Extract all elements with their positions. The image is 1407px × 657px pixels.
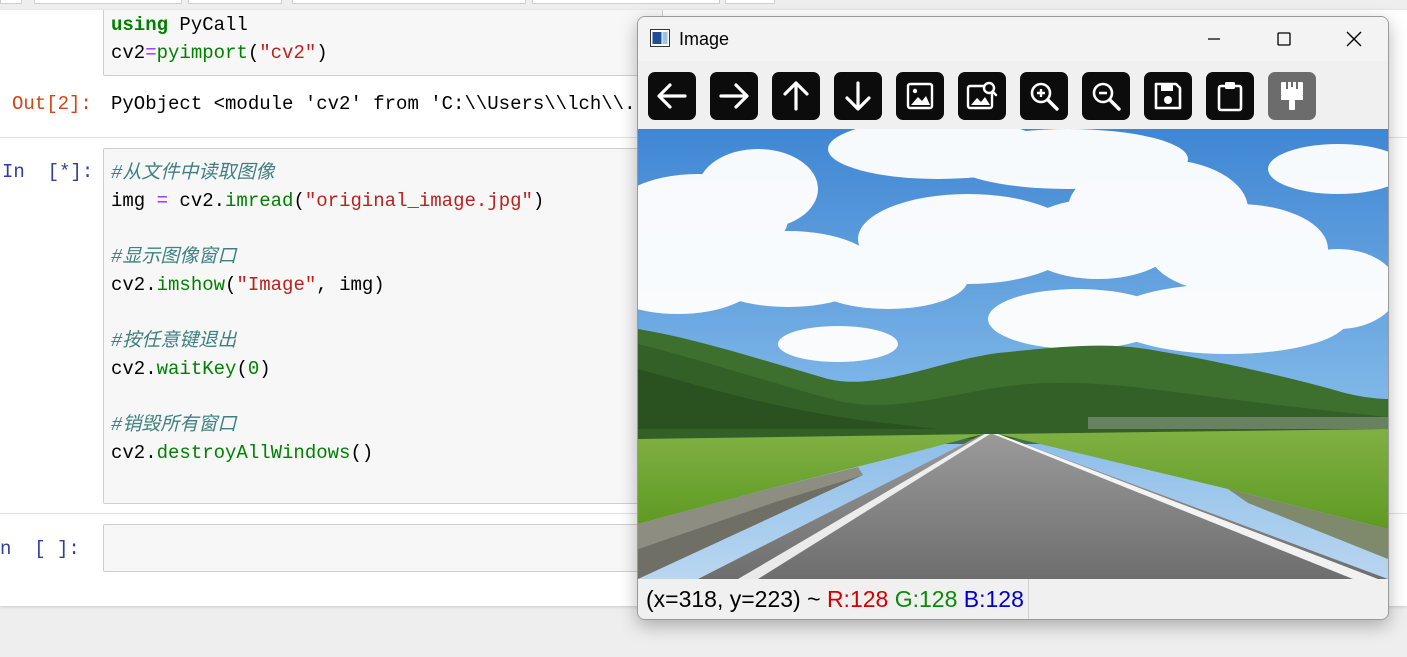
pan-up-button[interactable]	[772, 72, 820, 120]
code-token: (	[236, 358, 248, 380]
save-icon	[1154, 82, 1182, 110]
code-token: (	[247, 42, 260, 64]
zoom-out-button[interactable]	[1082, 72, 1130, 120]
toolbar-stub	[725, 0, 775, 4]
function-token: pyimport	[156, 42, 248, 64]
arrow-down-icon	[845, 81, 871, 111]
red-value: R:128	[826, 586, 889, 612]
window-titlebar[interactable]: Image	[638, 17, 1388, 61]
string-token: "cv2"	[259, 42, 317, 64]
blue-value: B:128	[963, 586, 1024, 612]
function-token: waitKey	[156, 358, 237, 380]
input-prompt: In [*]:	[2, 161, 94, 183]
save-image-button[interactable]	[1144, 72, 1192, 120]
toolbar-stub	[532, 0, 720, 4]
properties-button[interactable]	[1268, 72, 1316, 120]
code-token: )	[316, 42, 328, 64]
function-token: imshow	[156, 274, 226, 296]
code-comment: #按任意键退出	[111, 330, 237, 352]
output-prompt: Out[2]:	[12, 93, 92, 115]
string-token: "original_image.jpg"	[304, 190, 533, 212]
toolbar-stub	[34, 0, 182, 4]
code-token: (	[293, 190, 305, 212]
code-token: img	[111, 190, 157, 212]
opencv-image-window[interactable]: Image (x=318, y=223) ~ R:128 G:128 B:128	[637, 16, 1389, 620]
code-token: ()	[350, 442, 374, 464]
zoom-out-icon	[1092, 82, 1121, 111]
code-token: cv2	[111, 42, 146, 64]
window-app-icon	[650, 29, 670, 47]
image-icon	[906, 82, 934, 110]
string-token: "Image"	[236, 274, 317, 296]
code-token: , img)	[316, 274, 385, 296]
cursor-coordinates: (x=318, y=223) ~	[646, 586, 827, 612]
maximize-icon	[1277, 32, 1291, 46]
zoom-in-icon	[1030, 82, 1059, 111]
code-line: using PyCall	[111, 11, 248, 39]
minimize-button[interactable]	[1179, 17, 1249, 61]
toolbar-stub	[292, 0, 526, 4]
code-token: cv2.	[168, 190, 226, 212]
code-token: PyCall	[168, 14, 248, 36]
pan-right-button[interactable]	[710, 72, 758, 120]
code-cell-main[interactable]: #从文件中读取图像 img = cv2.imread("original_ima…	[103, 148, 663, 504]
pan-left-button[interactable]	[648, 72, 696, 120]
code-token: )	[532, 190, 545, 212]
keyword-token: using	[111, 14, 169, 36]
arrow-left-icon	[657, 83, 687, 109]
clipboard-icon	[1217, 82, 1243, 112]
pan-down-button[interactable]	[834, 72, 882, 120]
code-cell-pycall[interactable]: using PyCall cv2=pyimport("cv2")	[103, 10, 663, 76]
operator-token: =	[145, 42, 157, 64]
code-token: cv2.	[111, 358, 157, 380]
image-search-icon	[966, 81, 998, 110]
code-line: cv2.imshow("Image", img)	[111, 271, 385, 299]
code-token: )	[259, 358, 271, 380]
pixel-info: (x=318, y=223) ~ R:128 G:128 B:128	[646, 579, 1029, 619]
zoom-in-button[interactable]	[1020, 72, 1068, 120]
close-icon	[1346, 31, 1362, 47]
function-token: imread	[225, 190, 294, 212]
zoom-fit-button[interactable]	[958, 72, 1006, 120]
copy-to-clipboard-button[interactable]	[1206, 72, 1254, 120]
code-token: cv2.	[111, 274, 157, 296]
properties-brush-icon	[1281, 82, 1303, 110]
toolbar-stub	[0, 0, 22, 4]
notebook-toolbar-remnant	[0, 0, 1407, 10]
code-line: cv2=pyimport("cv2")	[111, 39, 328, 67]
minimize-icon	[1208, 38, 1220, 40]
arrow-up-icon	[783, 81, 809, 111]
code-line: img = cv2.imread("original_image.jpg")	[111, 187, 544, 215]
zoom-original-button[interactable]	[896, 72, 944, 120]
code-comment: #显示图像窗口	[111, 246, 237, 268]
code-line: cv2.waitKey(0)	[111, 355, 271, 383]
code-line: cv2.destroyAllWindows()	[111, 439, 373, 467]
code-token: cv2.	[111, 442, 157, 464]
window-title: Image	[679, 29, 730, 49]
operator-token: =	[156, 190, 169, 212]
output-text: PyObject <module 'cv2' from 'C:\\Users\\…	[111, 93, 636, 115]
image-toolbar	[638, 67, 1388, 127]
green-value: G:128	[894, 586, 958, 612]
input-prompt: n [ ]:	[0, 538, 80, 560]
pixel-status-bar: (x=318, y=223) ~ R:128 G:128 B:128	[638, 579, 1388, 619]
function-token: destroyAllWindows	[156, 442, 351, 464]
close-button[interactable]	[1319, 17, 1388, 61]
toolbar-stub	[188, 0, 282, 4]
code-token: (	[225, 274, 237, 296]
maximize-button[interactable]	[1249, 17, 1319, 61]
displayed-image-canvas[interactable]	[638, 129, 1388, 579]
arrow-right-icon	[719, 83, 749, 109]
code-cell-empty[interactable]	[103, 524, 663, 572]
code-comment: #销毁所有窗口	[111, 414, 237, 436]
number-token: 0	[247, 358, 260, 380]
code-comment: #从文件中读取图像	[111, 162, 275, 184]
